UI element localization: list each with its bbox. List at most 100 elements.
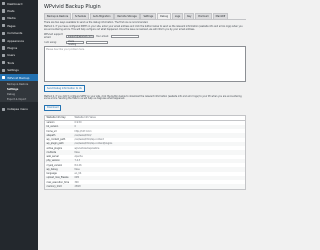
sidebar-item-label: Dashboard [7, 1, 23, 6]
sidebar-item-label: Pages [7, 23, 16, 28]
info-value: 256M [74, 184, 81, 188]
admin-sidebar: Dashboard Posts Media Pages Comments Appearan… [0, 0, 38, 250]
tab-debug[interactable]: Debug [157, 13, 171, 19]
host-row: I am using: share hosting [44, 40, 246, 46]
info-key: wp_plugin_path [46, 142, 64, 146]
sidebar-item-dashboard[interactable]: Dashboard [0, 0, 38, 7]
submenu-item-export-import[interactable]: Export & Import [0, 97, 38, 102]
settings-icon [2, 68, 6, 72]
tab-bar: Backup & Restore Schedule Auto-Migration Re… [44, 13, 246, 20]
info-key: language [46, 172, 57, 176]
tab-settings[interactable]: Settings [140, 13, 157, 19]
posts-icon [2, 9, 6, 13]
info-key: wp_content_path [46, 138, 66, 142]
info-key: memory_limit [46, 184, 62, 188]
info-key: active_plugins [46, 146, 63, 150]
sidebar-item-media[interactable]: Media [0, 15, 38, 22]
info-key: abspath [46, 133, 56, 137]
collapse-label: Collapse menu [7, 107, 28, 112]
tab-mainwp[interactable]: MainWP [212, 13, 229, 19]
media-icon [2, 16, 6, 21]
dashboard-icon [2, 2, 6, 6]
pages-icon [2, 24, 6, 28]
appearance-icon [2, 39, 6, 43]
collapse-icon [2, 107, 6, 111]
info-value: 0.9.50 [74, 121, 82, 125]
main-content: WPvivid Backup Plugin Backup & Restore Sc… [38, 0, 250, 250]
host-select[interactable]: share hosting [66, 40, 84, 46]
website-info-table: Website Info Key Website Info Value vers… [44, 114, 246, 190]
info-value: false [74, 167, 80, 171]
method1-note: Method 1. If you have configured SMTP on… [44, 25, 243, 32]
tab-schedule[interactable]: Schedule [72, 13, 90, 19]
support-email-label: WPvivid support email: [44, 33, 63, 40]
sidebar-item-pages[interactable]: Pages [0, 22, 38, 29]
info-key: web_server [46, 155, 60, 159]
tab-premium[interactable]: Premium [195, 13, 212, 19]
support-email-row: WPvivid support email: support@wpvivid.c… [44, 33, 246, 39]
sidebar-item-settings[interactable]: Settings [0, 67, 38, 74]
sidebar-item-comments[interactable]: Comments [0, 30, 38, 37]
sidebar-item-label: Tools [7, 60, 15, 65]
download-button[interactable]: Download [44, 104, 62, 112]
host-label: I am using: [44, 41, 57, 45]
collapse-menu-button[interactable]: Collapse menu [0, 105, 38, 112]
comments-icon [2, 31, 6, 35]
submenu: Backup & Restore Settings Debug Export & Im… [0, 81, 38, 103]
info-value: wpvivid-backuprestore [74, 146, 100, 150]
info-value: en_US [74, 172, 82, 176]
info-key: multisite [46, 150, 57, 154]
problem-textarea[interactable]: Please describe your problem here. [44, 45, 246, 82]
sidebar-item-label: Plugins [7, 46, 18, 51]
column-header-key: Website Info Key [46, 116, 66, 120]
tab-remote-storage[interactable]: Remote Storage [114, 13, 140, 19]
send-debug-button[interactable]: Send Debug Information to Us [44, 85, 85, 93]
info-value: /var/www/html/wp-content/plugins [74, 142, 113, 146]
tab-logs[interactable]: Logs [171, 13, 184, 19]
table-row: memory_limit 256M [45, 184, 245, 189]
sidebar-item-label: Settings [7, 68, 19, 73]
info-value: /var/www/html/ [74, 133, 92, 137]
plugins-icon [2, 46, 6, 50]
tab-backup-restore[interactable]: Backup & Restore [44, 13, 72, 19]
sidebar-item-plugins[interactable]: Plugins [0, 44, 38, 51]
sidebar-item-label: Posts [7, 9, 15, 14]
page-title: WPvivid Backup Plugin [44, 4, 101, 10]
your-email-field[interactable] [110, 34, 139, 39]
info-value: 8.0.26 [74, 163, 82, 167]
support-email-field[interactable]: support@wpvivid.com [66, 34, 94, 39]
sidebar-item-users[interactable]: Users [0, 52, 38, 59]
tab-key[interactable]: Key [184, 13, 195, 19]
info-value: false [74, 150, 80, 154]
host-provider-select[interactable] [86, 40, 108, 45]
sidebar-item-label: Users [7, 53, 16, 58]
sidebar-item-wpvivid-backup[interactable]: WPvivid Backup [0, 73, 38, 82]
info-value: /var/www/html/wp-content [74, 138, 104, 142]
info-key: mysql_version [46, 163, 63, 167]
info-key: wp_debug [46, 167, 58, 171]
sidebar-item-label: WPvivid Backup [7, 75, 30, 80]
backup-icon [2, 76, 6, 80]
column-header-value: Website Info Value [74, 116, 96, 120]
sidebar-item-label: Comments [7, 31, 23, 36]
info-key: version [46, 121, 55, 125]
tab-auto-migration[interactable]: Auto-Migration [89, 13, 114, 19]
info-value: 0 [74, 125, 76, 129]
info-key: home_url [46, 129, 57, 133]
info-key: upload_max_filesize [46, 176, 69, 180]
users-icon [2, 53, 6, 58]
info-value: 64M [74, 176, 80, 180]
tools-icon [2, 61, 6, 65]
info-value: Apache [74, 155, 83, 159]
info-value: 7.4.3 [74, 159, 81, 163]
sidebar-item-posts[interactable]: Posts [0, 7, 38, 14]
sidebar-item-label: Media [7, 16, 16, 21]
info-key: bk_version [46, 125, 59, 129]
sidebar-item-label: Appearance [7, 38, 24, 43]
info-value: http://127.0.0.1 [74, 129, 92, 133]
sidebar-item-appearance[interactable]: Appearance [0, 37, 38, 44]
sidebar-item-tools[interactable]: Tools [0, 59, 38, 66]
info-key: max_execution_time [46, 180, 70, 184]
your-email-label: Your email: [96, 34, 109, 38]
method2-note: Method 2. If you didn't configure SMTP o… [44, 94, 242, 101]
